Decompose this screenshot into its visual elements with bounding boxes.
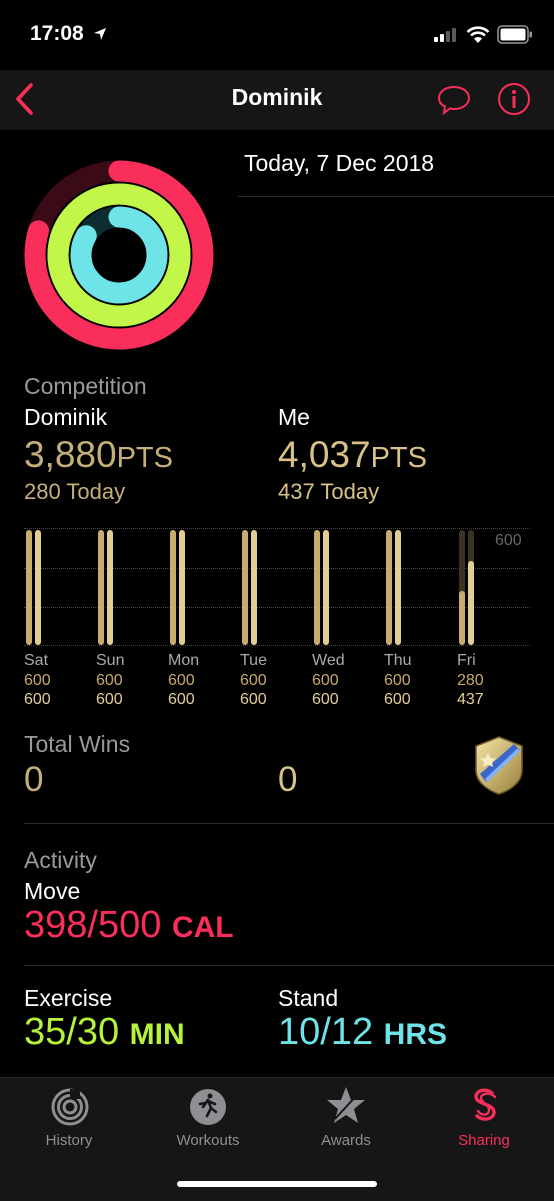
tab-workouts[interactable]: Workouts xyxy=(153,1132,263,1149)
day-label: Mon xyxy=(168,652,200,669)
move-value: 398/500 CAL xyxy=(24,904,234,947)
opponent-bar xyxy=(459,591,465,645)
status-bar: 17:08 xyxy=(0,0,554,70)
total-wins-heading: Total Wins xyxy=(24,731,131,757)
daily-points-chart: 600 Sat 600 600 Sun 600 600 Mon 600 600 Tue 600 600… xyxy=(0,520,554,720)
opponent-day-value: 600 xyxy=(312,672,339,689)
message-icon[interactable] xyxy=(436,84,472,116)
me-bar xyxy=(179,530,185,645)
me-day-value: 600 xyxy=(24,691,51,708)
battery-icon xyxy=(497,25,532,44)
me-today: 437 Today xyxy=(278,479,380,504)
tab-sharing[interactable]: Sharing xyxy=(429,1132,539,1149)
day-label: Wed xyxy=(312,652,345,669)
workouts-icon[interactable] xyxy=(188,1087,228,1127)
day-label: Sat xyxy=(24,652,49,669)
opponent-bar xyxy=(386,530,392,645)
competition-heading: Competition xyxy=(24,373,147,399)
opponent-day-value: 600 xyxy=(384,672,411,689)
me-bar xyxy=(35,530,41,645)
me-day-value: 600 xyxy=(96,691,123,708)
home-indicator[interactable] xyxy=(177,1181,377,1187)
me-bar xyxy=(395,530,401,645)
status-time: 17:08 xyxy=(30,22,84,45)
opponent-points-unit: PTS xyxy=(116,442,173,474)
opponent-day-value: 600 xyxy=(168,672,195,689)
me-bar xyxy=(468,561,474,645)
gridline xyxy=(24,528,530,529)
date-label: Today, 7 Dec 2018 xyxy=(244,150,435,176)
day-label: Fri xyxy=(457,652,476,669)
me-name: Me xyxy=(278,404,310,430)
day-label: Tue xyxy=(240,652,267,669)
me-bar xyxy=(107,530,113,645)
awards-icon[interactable] xyxy=(325,1085,367,1127)
me-wins: 0 xyxy=(278,760,298,799)
wifi-icon xyxy=(466,26,490,43)
history-icon[interactable] xyxy=(50,1087,90,1127)
me-points-value: 4,037 xyxy=(278,434,371,475)
day-label: Thu xyxy=(384,652,412,669)
me-day-value: 437 xyxy=(457,691,484,708)
day-label: Sun xyxy=(96,652,125,669)
stand-label: Stand xyxy=(278,985,339,1011)
sharing-icon[interactable] xyxy=(468,1087,502,1127)
opponent-day-value: 600 xyxy=(96,672,123,689)
exercise-value: 35/30 MIN xyxy=(24,1011,185,1054)
me-bar xyxy=(323,530,329,645)
opponent-bar xyxy=(170,530,176,645)
tab-awards[interactable]: Awards xyxy=(291,1132,401,1149)
gridline xyxy=(24,645,530,646)
info-icon[interactable] xyxy=(497,82,531,116)
competition-badge-icon xyxy=(475,736,523,795)
divider xyxy=(24,965,554,966)
move-value-number: 398/500 xyxy=(24,904,162,946)
me-points-unit: PTS xyxy=(370,442,427,474)
me-day-value: 600 xyxy=(384,691,411,708)
y-max-label: 600 xyxy=(495,532,522,549)
me-points: 4,037PTS xyxy=(278,434,427,476)
opponent-bar xyxy=(26,530,32,645)
location-arrow-icon xyxy=(94,28,106,40)
cellular-signal-icon xyxy=(434,28,456,42)
divider xyxy=(24,823,554,824)
stand-value: 10/12 HRS xyxy=(278,1011,447,1054)
opponent-points: 3,880PTS xyxy=(24,434,173,476)
divider xyxy=(238,196,554,197)
opponent-name: Dominik xyxy=(24,404,108,430)
exercise-value-number: 35/30 xyxy=(24,1011,120,1053)
me-bar xyxy=(251,530,257,645)
opponent-day-value: 600 xyxy=(240,672,267,689)
exercise-label: Exercise xyxy=(24,985,113,1011)
opponent-day-value: 280 xyxy=(457,672,484,689)
activity-rings xyxy=(24,160,214,350)
opponent-today: 280 Today xyxy=(24,479,126,504)
stand-unit: HRS xyxy=(383,1018,447,1051)
opponent-bar xyxy=(98,530,104,645)
opponent-day-value: 600 xyxy=(24,672,51,689)
me-day-value: 600 xyxy=(312,691,339,708)
activity-heading: Activity xyxy=(24,847,97,873)
opponent-points-value: 3,880 xyxy=(24,434,117,475)
move-label: Move xyxy=(24,878,81,904)
opponent-wins: 0 xyxy=(24,760,44,799)
stand-ring xyxy=(70,206,168,304)
tab-history[interactable]: History xyxy=(14,1132,124,1149)
me-day-value: 600 xyxy=(240,691,267,708)
move-unit: CAL xyxy=(171,911,234,944)
opponent-bar xyxy=(314,530,320,645)
exercise-unit: MIN xyxy=(129,1018,185,1051)
stand-value-number: 10/12 xyxy=(278,1011,374,1053)
opponent-bar xyxy=(242,530,248,645)
me-day-value: 600 xyxy=(168,691,195,708)
